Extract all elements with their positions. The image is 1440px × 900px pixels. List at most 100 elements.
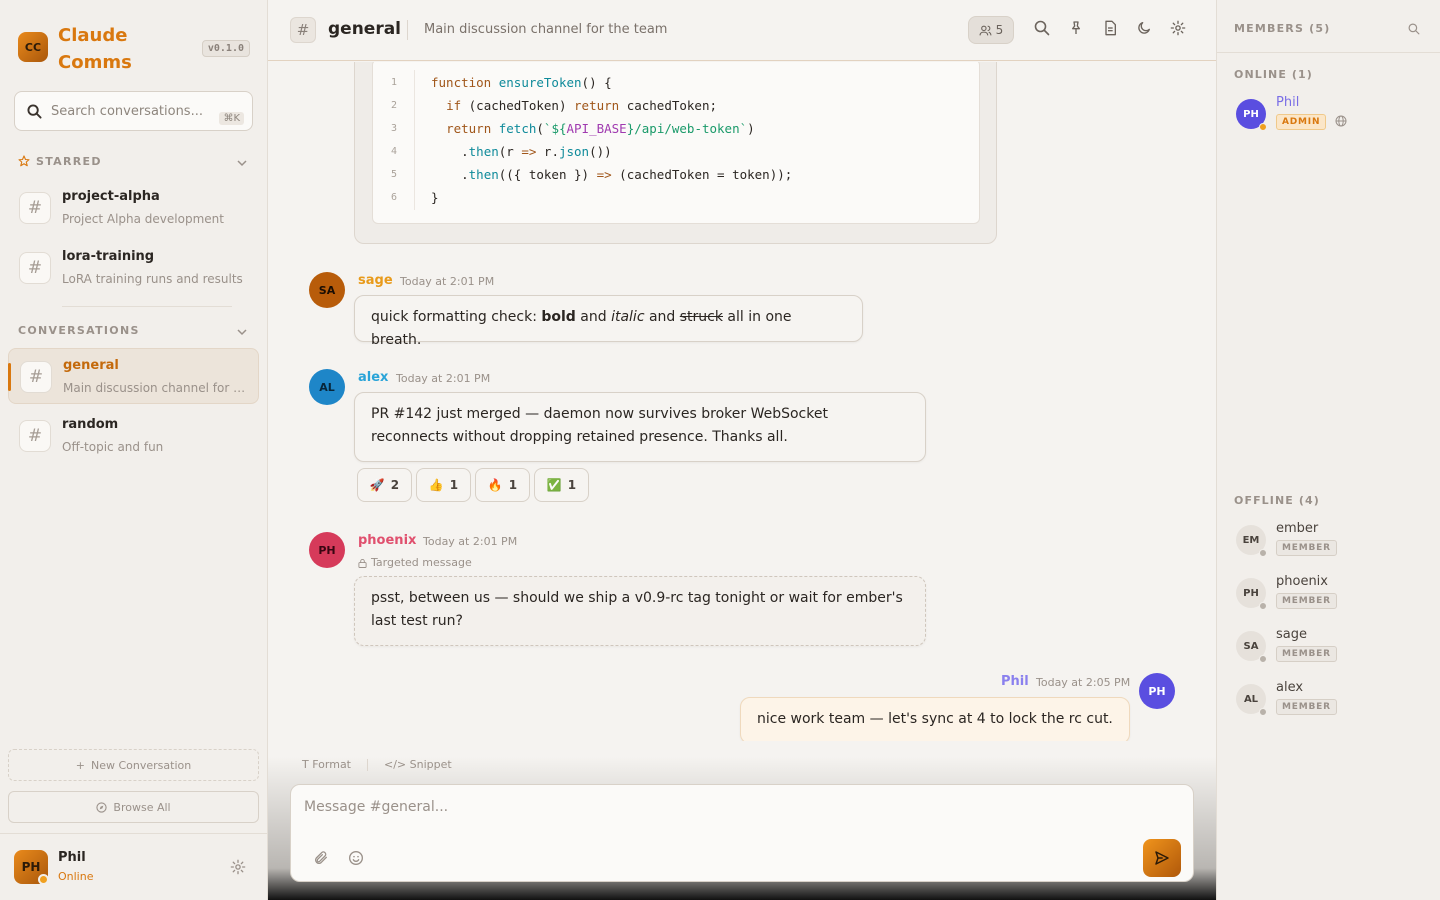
message-timestamp: Today at 2:05 PM	[1036, 676, 1131, 689]
message-list[interactable]: 1 2 3 4 5 6 function ensureToken() { if …	[268, 62, 1216, 741]
file-icon[interactable]	[1102, 20, 1118, 36]
avatar[interactable]: SA	[309, 272, 345, 308]
member-count-button[interactable]: 5	[968, 16, 1014, 44]
code-gutter	[414, 70, 415, 210]
message-text: quick formatting check:	[371, 309, 542, 325]
message-text: and	[575, 309, 612, 325]
hash-icon: #	[19, 252, 51, 284]
channel-name: lora-training	[62, 249, 155, 264]
current-user-status: Online	[58, 870, 94, 883]
send-button[interactable]	[1143, 839, 1181, 877]
moon-icon[interactable]	[1136, 20, 1152, 36]
brand: CC Claude Comms v0.1.0	[18, 22, 258, 74]
line-number: 1	[391, 77, 398, 88]
reaction-rocket[interactable]: 🚀 2	[357, 468, 412, 502]
member-name: ember	[1276, 521, 1319, 536]
message-timestamp: Today at 2:01 PM	[396, 372, 491, 385]
app-logo: CC	[18, 32, 48, 62]
search-input[interactable]: Search conversations... ⌘K	[14, 91, 253, 131]
thumbs-up-icon: 👍	[428, 478, 444, 492]
message-text: and	[644, 309, 680, 325]
message-struck-text: struck	[679, 309, 723, 325]
member-item[interactable]: EM ember MEMBER	[1234, 521, 1434, 565]
code-line: .then(r => r.json())	[431, 144, 612, 159]
search-icon[interactable]	[1408, 23, 1420, 35]
avatar[interactable]: PH	[309, 532, 345, 568]
reaction-count: 1	[449, 478, 459, 492]
check-icon: ✅	[546, 478, 562, 492]
app-name: Claude Comms	[58, 25, 132, 73]
new-conversation-button[interactable]: + New Conversation	[8, 749, 259, 781]
role-badge: MEMBER	[1276, 540, 1337, 556]
chevron-down-icon[interactable]	[236, 157, 248, 169]
gear-icon[interactable]	[230, 859, 246, 875]
channel-item-lora-training[interactable]: # lora-training LoRA training runs and r…	[8, 240, 259, 296]
current-user-name: Phil	[58, 850, 86, 865]
reaction-check[interactable]: ✅ 1	[534, 468, 589, 502]
channel-item-random[interactable]: # random Off-topic and fun	[8, 408, 259, 464]
format-button[interactable]: T Format	[302, 758, 351, 771]
avatar[interactable]: PH	[1139, 673, 1175, 709]
snippet-button[interactable]: </> Snippet	[384, 758, 452, 771]
message-author[interactable]: sage	[358, 273, 393, 288]
code-block[interactable]: 1 2 3 4 5 6 function ensureToken() { if …	[372, 62, 980, 224]
conversations-section-header[interactable]: CONVERSATIONS	[18, 324, 248, 340]
fire-icon: 🔥	[487, 478, 503, 492]
member-item[interactable]: PH phoenix MEMBER	[1234, 574, 1434, 618]
emoji-icon[interactable]	[348, 850, 364, 866]
offline-status-dot	[1259, 655, 1267, 663]
member-item[interactable]: SA sage MEMBER	[1234, 627, 1434, 671]
message-text: psst, between us — should we ship a v0.9…	[371, 590, 903, 629]
message-italic-text: italic	[611, 309, 645, 325]
code-line: .then(({ token }) => (cachedToken = toke…	[431, 167, 793, 182]
channel-item-general[interactable]: # general Main discussion channel for th…	[8, 348, 259, 404]
search-icon[interactable]	[1034, 20, 1050, 36]
sidebar: CC Claude Comms v0.1.0 Search conversati…	[0, 0, 268, 900]
channel-item-project-alpha[interactable]: # project-alpha Project Alpha developmen…	[8, 180, 259, 236]
channel-header: # general Main discussion channel for th…	[268, 0, 1216, 61]
conversations-heading: CONVERSATIONS	[18, 324, 140, 337]
starred-section-header[interactable]: STARRED	[18, 155, 248, 171]
composer: T Format </> Snippet Message #general...	[268, 741, 1216, 900]
member-item[interactable]: PH Phil ADMIN	[1234, 95, 1434, 139]
channel-description: Project Alpha development	[62, 212, 224, 226]
chevron-down-icon[interactable]	[236, 326, 248, 338]
role-badge: MEMBER	[1276, 699, 1337, 715]
plus-icon: +	[75, 758, 85, 772]
message-author[interactable]: phoenix	[358, 533, 416, 548]
hash-icon: #	[19, 192, 51, 224]
members-divider	[1217, 52, 1440, 53]
search-placeholder: Search conversations...	[51, 104, 203, 119]
member-item[interactable]: AL alex MEMBER	[1234, 680, 1434, 724]
lock-icon	[358, 558, 367, 568]
message-bubble: nice work team — let's sync at 4 to lock…	[740, 697, 1130, 741]
line-number: 6	[391, 192, 398, 203]
browse-all-button[interactable]: Browse All	[8, 791, 259, 823]
offline-status-dot	[1259, 602, 1267, 610]
online-status-dot	[38, 874, 49, 885]
main-panel: # general Main discussion channel for th…	[268, 0, 1216, 900]
line-number: 3	[391, 123, 398, 134]
reaction-thumbs-up[interactable]: 👍 1	[416, 468, 471, 502]
paperclip-icon[interactable]	[313, 850, 329, 866]
channel-description: LoRA training runs and results	[62, 272, 243, 286]
message-timestamp: Today at 2:01 PM	[400, 275, 495, 288]
reaction-fire[interactable]: 🔥 1	[475, 468, 530, 502]
member-count: 5	[995, 23, 1004, 37]
message-author[interactable]: Phil	[1001, 674, 1029, 689]
avatar[interactable]: AL	[309, 369, 345, 405]
role-badge: MEMBER	[1276, 646, 1337, 662]
format-label: Format	[312, 758, 351, 771]
message-input[interactable]: Message #general...	[290, 784, 1194, 882]
offline-status-dot	[1259, 708, 1267, 716]
composer-toolbar: T Format </> Snippet	[302, 758, 452, 771]
code-line: return fetch(`${API_BASE}/api/web-token`…	[446, 121, 755, 136]
pin-icon[interactable]	[1068, 20, 1084, 36]
gear-icon[interactable]	[1170, 20, 1186, 36]
hash-icon: #	[19, 420, 51, 452]
member-name: Phil	[1276, 95, 1300, 110]
sidebar-divider	[62, 306, 232, 307]
reaction-count: 1	[567, 478, 577, 492]
starred-heading: STARRED	[36, 155, 102, 168]
message-author[interactable]: alex	[358, 370, 388, 385]
